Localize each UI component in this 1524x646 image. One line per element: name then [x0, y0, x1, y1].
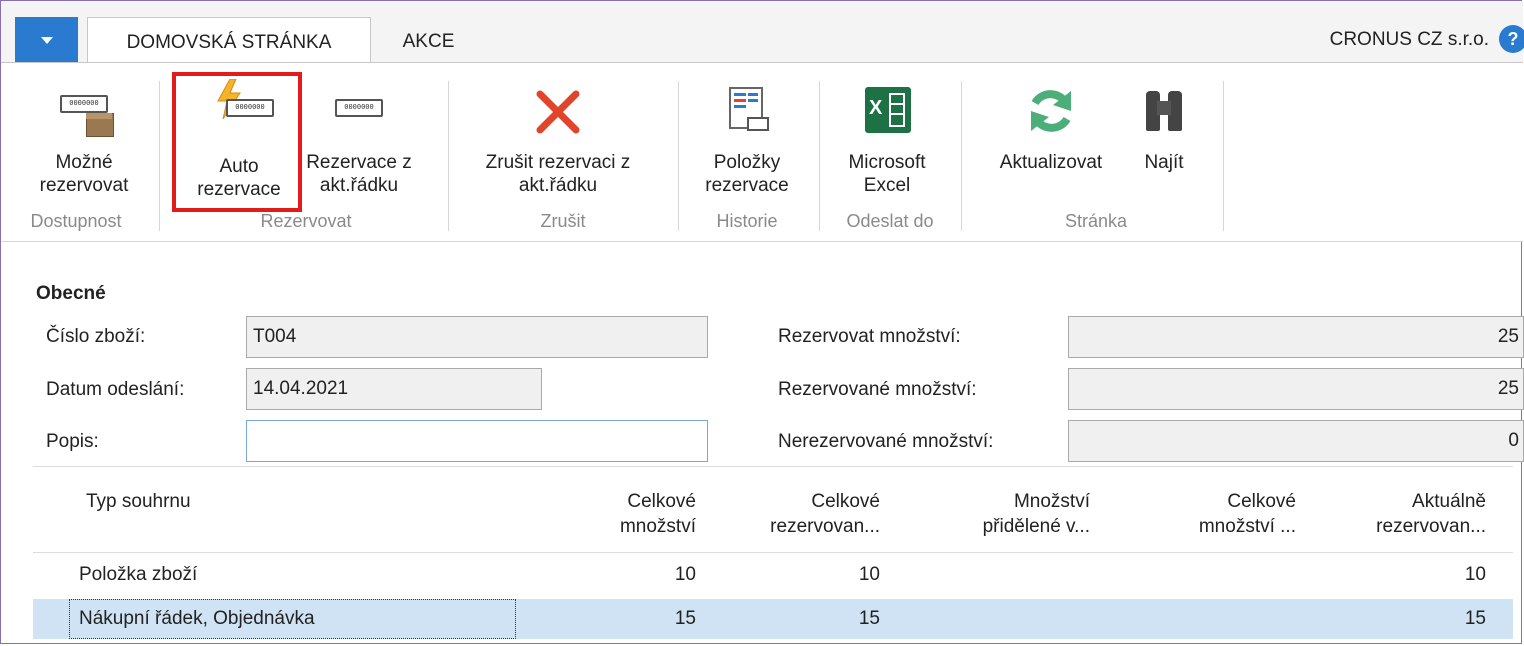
button-label: Najít [1144, 152, 1184, 173]
reserve-from-line-button[interactable]: 0000000 Rezervace z akt.řádku [299, 93, 419, 197]
group-label-cancel: Zrušit [540, 211, 586, 231]
cancel-x-icon [528, 81, 588, 145]
ship-date-field[interactable]: 14.04.2021 [246, 368, 542, 410]
group-separator [819, 81, 820, 231]
help-icon[interactable]: ? [1499, 25, 1524, 53]
group-separator [159, 81, 160, 231]
unreserved-qty-label: Nerezervované množství: [778, 431, 994, 452]
column-header-total-quantity-2[interactable]: Celkové množství ... [1130, 489, 1296, 539]
button-label-line1: Položky [713, 152, 781, 173]
reserve-from-line-icon: 0000000 [329, 93, 389, 145]
button-label-line2: akt.řádku [319, 175, 399, 196]
excel-button[interactable]: X Microsoft Excel [827, 81, 947, 197]
button-label-line1: Rezervace z [306, 152, 412, 173]
column-header-total-reserved[interactable]: Celkové rezervovan... [720, 489, 880, 539]
highlight-annotation [172, 72, 302, 212]
cell-total-quantity: 10 [674, 564, 696, 585]
binoculars-icon [1139, 81, 1189, 145]
table-row[interactable]: Položka zboží 10 10 10 [33, 555, 1513, 595]
reservation-entries-button[interactable]: Položky rezervace [687, 81, 807, 197]
tab-actions[interactable]: AKCE [381, 17, 476, 63]
company-name[interactable]: CRONUS CZ s.r.o. [1330, 29, 1489, 51]
reserved-qty-label: Rezervované množství: [778, 379, 977, 400]
section-title-general[interactable]: Obecné [36, 283, 106, 305]
button-label-line2: akt.řádku [518, 175, 598, 196]
available-reservation-icon: 0000000 [54, 93, 114, 145]
group-separator [448, 81, 449, 231]
app-menu-button[interactable] [15, 17, 78, 63]
grid-header-separator [33, 552, 1513, 553]
description-field[interactable] [246, 420, 708, 462]
group-label-availability: Dostupnost [30, 211, 122, 231]
reserve-qty-label: Rezervovat množství: [778, 326, 961, 347]
button-label-line1: Možné [55, 152, 113, 173]
cell-summary-type: Položka zboží [79, 564, 198, 585]
cancel-reservation-button[interactable]: Zrušit rezervaci z akt.řádku [463, 81, 653, 197]
column-header-total-quantity[interactable]: Celkové množství [560, 489, 696, 539]
available-to-reserve-button[interactable]: 0000000 Možné rezervovat [29, 93, 139, 197]
button-label-line1: Microsoft [848, 152, 926, 173]
group-separator [678, 81, 679, 231]
group-label-reserve: Rezervovat [260, 211, 352, 231]
unreserved-qty-field[interactable]: 0 [1068, 420, 1524, 462]
button-label: Aktualizovat [999, 152, 1103, 173]
button-label-line2: Excel [863, 175, 911, 196]
focused-cell-outline [69, 599, 516, 639]
tab-home[interactable]: DOMOVSKÁ STRÁNKA [87, 17, 371, 63]
group-label-page: Stránka [1064, 211, 1128, 231]
column-header-current-reserved[interactable]: Aktuálně rezervovan... [1320, 489, 1486, 539]
button-label-line2: rezervace [705, 175, 789, 196]
item-no-field[interactable]: T004 [246, 316, 708, 358]
cell-current-reserved: 10 [1464, 564, 1486, 585]
button-label-line2: rezervovat [39, 175, 129, 196]
excel-icon: X [857, 81, 917, 145]
group-label-history: Historie [716, 211, 778, 231]
group-separator [961, 81, 962, 231]
group-separator [1223, 81, 1224, 231]
refresh-icon [1021, 81, 1081, 145]
button-label-line1: Zrušit rezervaci z [485, 152, 631, 173]
find-button[interactable]: Najít [1129, 81, 1199, 174]
column-header-summary-type[interactable]: Typ souhrnu [86, 489, 191, 514]
cell-total-reserved: 10 [858, 564, 880, 585]
refresh-button[interactable]: Aktualizovat [981, 81, 1121, 174]
group-label-send-to: Odeslat do [846, 211, 934, 231]
column-header-qty-allocated[interactable]: Množství přidělené v... [920, 489, 1090, 539]
tab-bar: DOMOVSKÁ STRÁNKA AKCE CRONUS CZ s.r.o. ? [1, 1, 1524, 63]
ship-date-label: Datum odeslání: [46, 379, 185, 400]
reserved-qty-field[interactable]: 25 [1068, 368, 1524, 410]
description-label: Popis: [46, 431, 99, 452]
chevron-down-icon [41, 37, 53, 44]
grid-top-separator [33, 466, 1513, 467]
item-no-label: Číslo zboží: [46, 326, 146, 347]
reserve-qty-field[interactable]: 25 [1068, 316, 1524, 358]
reservation-entries-icon [717, 81, 777, 145]
cell-total-reserved: 15 [858, 608, 880, 629]
cell-total-quantity: 15 [674, 608, 696, 629]
cell-current-reserved: 15 [1464, 608, 1486, 629]
